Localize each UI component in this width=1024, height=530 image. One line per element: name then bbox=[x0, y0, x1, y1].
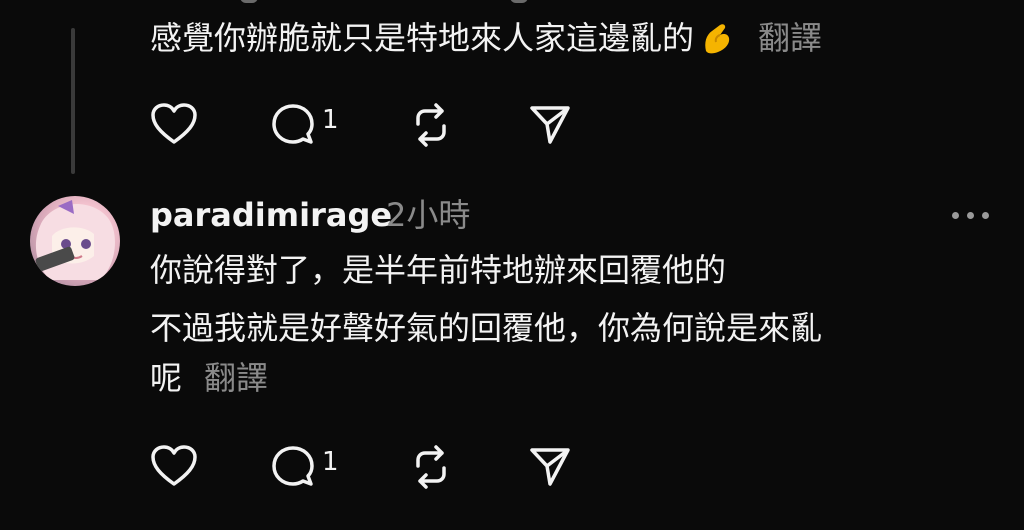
first-post-text: 感覺你辦脆就只是特地來人家這邊亂的 bbox=[150, 19, 695, 57]
reply-text-line-3: 呢 bbox=[150, 359, 183, 397]
avatar[interactable] bbox=[30, 196, 120, 286]
reply-text-line-1: 你說得對了，是半年前特地辦來回覆他的 bbox=[150, 251, 727, 289]
repost-button[interactable] bbox=[408, 444, 454, 490]
repost-icon bbox=[416, 445, 446, 489]
thread-connector-line bbox=[71, 28, 75, 174]
reply-translate-link[interactable]: 翻譯 bbox=[204, 359, 268, 397]
more-options-button[interactable] bbox=[952, 210, 992, 222]
reply-post-reply-count: 1 bbox=[322, 447, 339, 477]
comment-button[interactable]: 1 bbox=[270, 444, 339, 490]
repost-icon bbox=[416, 103, 446, 147]
repost-button[interactable] bbox=[408, 102, 454, 148]
reply-timestamp: 2小時 bbox=[386, 196, 471, 234]
reply-text-line-2: 不過我就是好聲好氣的回覆他，你為何說是來亂 bbox=[150, 309, 823, 347]
share-button[interactable] bbox=[528, 444, 572, 488]
avatar-illustration bbox=[35, 200, 115, 280]
share-button[interactable] bbox=[528, 102, 572, 146]
like-button[interactable] bbox=[150, 444, 198, 488]
share-icon bbox=[530, 448, 570, 486]
first-post-actions: 1 bbox=[150, 102, 650, 152]
first-post-translate-link[interactable]: 翻譯 bbox=[758, 19, 822, 57]
previous-post-artifacts bbox=[240, 0, 540, 3]
reply-text-line-3-row: 呢翻譯 bbox=[150, 356, 268, 400]
comment-icon bbox=[272, 446, 314, 486]
first-post-text-line: 感覺你辦脆就只是特地來人家這邊亂的 翻譯 bbox=[150, 16, 822, 60]
comment-icon bbox=[272, 104, 314, 144]
heart-icon bbox=[151, 103, 197, 144]
share-icon bbox=[530, 106, 570, 144]
heart-icon bbox=[151, 445, 197, 486]
like-button[interactable] bbox=[150, 102, 198, 146]
first-post-reply-count: 1 bbox=[322, 105, 339, 135]
reply-username[interactable]: paradimirage bbox=[150, 193, 392, 237]
comment-button[interactable]: 1 bbox=[270, 102, 339, 148]
pinching-hand-emoji bbox=[705, 24, 730, 54]
reply-post-actions: 1 bbox=[150, 444, 650, 494]
